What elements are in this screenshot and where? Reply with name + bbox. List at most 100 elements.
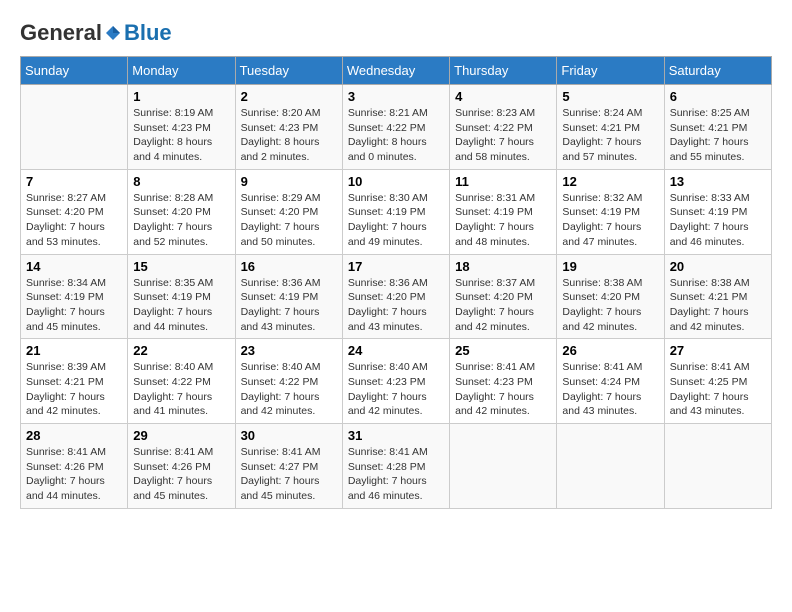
day-number: 25 (455, 343, 551, 358)
day-info: Sunrise: 8:23 AM Sunset: 4:22 PM Dayligh… (455, 106, 551, 165)
day-number: 27 (670, 343, 766, 358)
logo-icon (104, 24, 122, 42)
day-number: 7 (26, 174, 122, 189)
day-number: 18 (455, 259, 551, 274)
calendar-cell: 10 Sunrise: 8:30 AM Sunset: 4:19 PM Dayli… (342, 169, 449, 254)
calendar-cell: 4 Sunrise: 8:23 AM Sunset: 4:22 PM Daylig… (450, 85, 557, 170)
calendar-cell: 29 Sunrise: 8:41 AM Sunset: 4:26 PM Dayli… (128, 424, 235, 509)
page-header: General Blue (20, 20, 772, 46)
day-info: Sunrise: 8:41 AM Sunset: 4:25 PM Dayligh… (670, 360, 766, 419)
day-info: Sunrise: 8:37 AM Sunset: 4:20 PM Dayligh… (455, 276, 551, 335)
calendar-week-row: 7 Sunrise: 8:27 AM Sunset: 4:20 PM Daylig… (21, 169, 772, 254)
logo: General Blue (20, 20, 172, 46)
day-info: Sunrise: 8:31 AM Sunset: 4:19 PM Dayligh… (455, 191, 551, 250)
day-number: 28 (26, 428, 122, 443)
calendar-header-row: SundayMondayTuesdayWednesdayThursdayFrid… (21, 57, 772, 85)
calendar-table: SundayMondayTuesdayWednesdayThursdayFrid… (20, 56, 772, 509)
day-info: Sunrise: 8:30 AM Sunset: 4:19 PM Dayligh… (348, 191, 444, 250)
calendar-cell: 6 Sunrise: 8:25 AM Sunset: 4:21 PM Daylig… (664, 85, 771, 170)
day-number: 26 (562, 343, 658, 358)
day-number: 21 (26, 343, 122, 358)
calendar-cell: 15 Sunrise: 8:35 AM Sunset: 4:19 PM Dayli… (128, 254, 235, 339)
calendar-cell: 5 Sunrise: 8:24 AM Sunset: 4:21 PM Daylig… (557, 85, 664, 170)
day-number: 4 (455, 89, 551, 104)
calendar-cell: 7 Sunrise: 8:27 AM Sunset: 4:20 PM Daylig… (21, 169, 128, 254)
calendar-cell: 14 Sunrise: 8:34 AM Sunset: 4:19 PM Dayli… (21, 254, 128, 339)
day-number: 5 (562, 89, 658, 104)
calendar-cell: 3 Sunrise: 8:21 AM Sunset: 4:22 PM Daylig… (342, 85, 449, 170)
day-info: Sunrise: 8:25 AM Sunset: 4:21 PM Dayligh… (670, 106, 766, 165)
calendar-cell: 9 Sunrise: 8:29 AM Sunset: 4:20 PM Daylig… (235, 169, 342, 254)
calendar-cell: 11 Sunrise: 8:31 AM Sunset: 4:19 PM Dayli… (450, 169, 557, 254)
day-info: Sunrise: 8:41 AM Sunset: 4:26 PM Dayligh… (26, 445, 122, 504)
day-number: 11 (455, 174, 551, 189)
day-info: Sunrise: 8:27 AM Sunset: 4:20 PM Dayligh… (26, 191, 122, 250)
day-number: 14 (26, 259, 122, 274)
calendar-cell: 19 Sunrise: 8:38 AM Sunset: 4:20 PM Dayli… (557, 254, 664, 339)
day-number: 6 (670, 89, 766, 104)
day-info: Sunrise: 8:41 AM Sunset: 4:23 PM Dayligh… (455, 360, 551, 419)
day-number: 10 (348, 174, 444, 189)
day-number: 29 (133, 428, 229, 443)
calendar-cell: 12 Sunrise: 8:32 AM Sunset: 4:19 PM Dayli… (557, 169, 664, 254)
day-info: Sunrise: 8:32 AM Sunset: 4:19 PM Dayligh… (562, 191, 658, 250)
calendar-cell: 2Sunrise: 8:20 AM Sunset: 4:23 PM Daylig… (235, 85, 342, 170)
day-number: 8 (133, 174, 229, 189)
calendar-cell: 1 Sunrise: 8:19 AM Sunset: 4:23 PM Daylig… (128, 85, 235, 170)
day-info: Sunrise: 8:21 AM Sunset: 4:22 PM Dayligh… (348, 106, 444, 165)
day-number: 3 (348, 89, 444, 104)
day-number: 1 (133, 89, 229, 104)
calendar-week-row: 14 Sunrise: 8:34 AM Sunset: 4:19 PM Dayli… (21, 254, 772, 339)
day-info: Sunrise: 8:28 AM Sunset: 4:20 PM Dayligh… (133, 191, 229, 250)
day-info: Sunrise: 8:36 AM Sunset: 4:19 PM Dayligh… (241, 276, 337, 335)
calendar-cell: 27 Sunrise: 8:41 AM Sunset: 4:25 PM Dayli… (664, 339, 771, 424)
day-info: Sunrise: 8:20 AM Sunset: 4:23 PM Dayligh… (241, 106, 337, 165)
calendar-cell: 31Sunrise: 8:41 AM Sunset: 4:28 PM Dayli… (342, 424, 449, 509)
day-info: Sunrise: 8:41 AM Sunset: 4:27 PM Dayligh… (241, 445, 337, 504)
calendar-cell (21, 85, 128, 170)
day-number: 23 (241, 343, 337, 358)
day-info: Sunrise: 8:35 AM Sunset: 4:19 PM Dayligh… (133, 276, 229, 335)
calendar-cell: 17 Sunrise: 8:36 AM Sunset: 4:20 PM Dayli… (342, 254, 449, 339)
day-number: 19 (562, 259, 658, 274)
day-info: Sunrise: 8:36 AM Sunset: 4:20 PM Dayligh… (348, 276, 444, 335)
day-info: Sunrise: 8:40 AM Sunset: 4:22 PM Dayligh… (241, 360, 337, 419)
day-of-week-header: Monday (128, 57, 235, 85)
calendar-cell: 23 Sunrise: 8:40 AM Sunset: 4:22 PM Dayli… (235, 339, 342, 424)
day-info: Sunrise: 8:40 AM Sunset: 4:23 PM Dayligh… (348, 360, 444, 419)
calendar-cell (664, 424, 771, 509)
day-info: Sunrise: 8:38 AM Sunset: 4:21 PM Dayligh… (670, 276, 766, 335)
calendar-week-row: 28 Sunrise: 8:41 AM Sunset: 4:26 PM Dayli… (21, 424, 772, 509)
calendar-cell: 21 Sunrise: 8:39 AM Sunset: 4:21 PM Dayli… (21, 339, 128, 424)
day-number: 20 (670, 259, 766, 274)
day-info: Sunrise: 8:41 AM Sunset: 4:26 PM Dayligh… (133, 445, 229, 504)
day-number: 30 (241, 428, 337, 443)
calendar-cell: 25 Sunrise: 8:41 AM Sunset: 4:23 PM Dayli… (450, 339, 557, 424)
calendar-cell: 18 Sunrise: 8:37 AM Sunset: 4:20 PM Dayli… (450, 254, 557, 339)
day-info: Sunrise: 8:40 AM Sunset: 4:22 PM Dayligh… (133, 360, 229, 419)
calendar-cell (450, 424, 557, 509)
calendar-week-row: 21 Sunrise: 8:39 AM Sunset: 4:21 PM Dayli… (21, 339, 772, 424)
calendar-cell: 13 Sunrise: 8:33 AM Sunset: 4:19 PM Dayli… (664, 169, 771, 254)
day-number: 12 (562, 174, 658, 189)
calendar-cell: 24 Sunrise: 8:40 AM Sunset: 4:23 PM Dayli… (342, 339, 449, 424)
day-of-week-header: Saturday (664, 57, 771, 85)
day-info: Sunrise: 8:39 AM Sunset: 4:21 PM Dayligh… (26, 360, 122, 419)
day-number: 15 (133, 259, 229, 274)
day-info: Sunrise: 8:33 AM Sunset: 4:19 PM Dayligh… (670, 191, 766, 250)
day-number: 17 (348, 259, 444, 274)
calendar-cell: 20 Sunrise: 8:38 AM Sunset: 4:21 PM Dayli… (664, 254, 771, 339)
day-number: 22 (133, 343, 229, 358)
day-info: Sunrise: 8:41 AM Sunset: 4:28 PM Dayligh… (348, 445, 444, 504)
calendar-week-row: 1 Sunrise: 8:19 AM Sunset: 4:23 PM Daylig… (21, 85, 772, 170)
day-info: Sunrise: 8:29 AM Sunset: 4:20 PM Dayligh… (241, 191, 337, 250)
calendar-cell: 30 Sunrise: 8:41 AM Sunset: 4:27 PM Dayli… (235, 424, 342, 509)
day-of-week-header: Tuesday (235, 57, 342, 85)
day-number: 13 (670, 174, 766, 189)
day-info: Sunrise: 8:19 AM Sunset: 4:23 PM Dayligh… (133, 106, 229, 165)
day-info: Sunrise: 8:34 AM Sunset: 4:19 PM Dayligh… (26, 276, 122, 335)
day-number: 9 (241, 174, 337, 189)
day-info: Sunrise: 8:38 AM Sunset: 4:20 PM Dayligh… (562, 276, 658, 335)
day-info: Sunrise: 8:24 AM Sunset: 4:21 PM Dayligh… (562, 106, 658, 165)
day-number: 24 (348, 343, 444, 358)
